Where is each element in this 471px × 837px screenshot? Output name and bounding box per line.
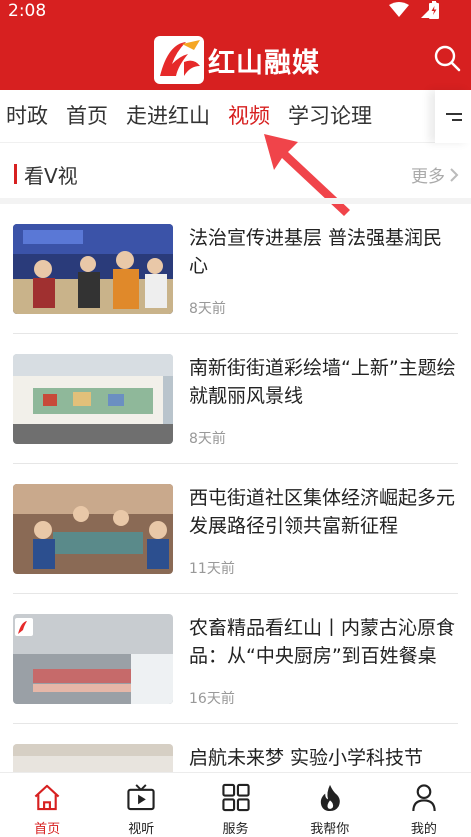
tab-video[interactable]: 视频 bbox=[219, 90, 279, 143]
tab-hongshan[interactable]: 走进红山 bbox=[117, 90, 219, 143]
status-bar: 2:08 bbox=[0, 0, 471, 24]
app-name: 红山融媒 bbox=[208, 47, 320, 79]
bottom-nav: 首页 视听 服务 我帮你 我的 bbox=[0, 772, 471, 837]
section-header: 看V视 更多 bbox=[0, 150, 471, 198]
news-item[interactable]: 西屯街道社区集体经济崛起多元发展路径引领共富新征程 11天前 bbox=[0, 464, 471, 594]
news-title: 西屯街道社区集体经济崛起多元发展路径引领共富新征程 bbox=[189, 487, 456, 537]
logo-mark-icon bbox=[154, 36, 204, 84]
news-title: 南新街街道彩绘墙“上新”主题绘就靓丽风景线 bbox=[189, 357, 456, 407]
channel-menu-button[interactable] bbox=[435, 90, 471, 143]
nav-label: 我帮你 bbox=[310, 822, 350, 837]
nav-label: 我的 bbox=[410, 822, 437, 837]
news-thumbnail bbox=[13, 614, 173, 704]
search-icon bbox=[434, 45, 461, 72]
tab-home[interactable]: 首页 bbox=[57, 90, 117, 143]
news-thumbnail bbox=[13, 224, 173, 314]
tab-shizheng[interactable]: 时政 bbox=[0, 90, 57, 143]
news-title: 法治宣传进基层 普法强基润民心 bbox=[189, 227, 443, 277]
app-screen: 2:08 红山融媒 时政 首页 走进红山 视频 学习论理 看V视 更多 法治宣传… bbox=[0, 0, 471, 837]
wifi-icon bbox=[389, 2, 409, 17]
news-thumbnail bbox=[13, 484, 173, 574]
news-time: 8天前 bbox=[189, 301, 226, 317]
user-icon bbox=[412, 784, 436, 812]
search-button[interactable] bbox=[433, 44, 461, 72]
app-logo: 红山融媒 bbox=[154, 36, 320, 84]
news-thumbnail bbox=[13, 354, 173, 444]
news-item[interactable]: 南新街街道彩绘墙“上新”主题绘就靓丽风景线 8天前 bbox=[0, 334, 471, 464]
nav-audio-video[interactable]: 视听 bbox=[94, 773, 188, 837]
chevron-right-icon bbox=[450, 167, 459, 182]
nav-label: 视听 bbox=[128, 822, 155, 837]
news-time: 8天前 bbox=[189, 431, 226, 447]
app-header: 2:08 红山融媒 bbox=[0, 0, 471, 90]
more-link[interactable]: 更多 bbox=[411, 162, 459, 187]
channel-tabs: 时政 首页 走进红山 视频 学习论理 bbox=[0, 90, 381, 143]
more-label: 更多 bbox=[411, 167, 445, 187]
nav-home[interactable]: 首页 bbox=[0, 773, 94, 837]
news-item[interactable]: 法治宣传进基层 普法强基润民心 8天前 bbox=[0, 204, 471, 334]
news-title: 农畜精品看红山丨内蒙古沁原食品：从“中央厨房”到百姓餐桌 bbox=[189, 617, 456, 667]
home-icon bbox=[34, 784, 60, 811]
news-time: 11天前 bbox=[189, 561, 235, 577]
nav-label: 首页 bbox=[34, 822, 61, 837]
channel-tabbar: 时政 首页 走进红山 视频 学习论理 bbox=[0, 90, 471, 143]
news-title: 启航未来梦 实验小学科技节 bbox=[189, 747, 424, 769]
grid-icon bbox=[221, 783, 250, 812]
nav-help[interactable]: 我帮你 bbox=[283, 773, 377, 837]
battery-icon bbox=[429, 1, 439, 19]
nav-label: 服务 bbox=[222, 822, 249, 837]
tv-icon bbox=[127, 784, 155, 811]
tab-study[interactable]: 学习论理 bbox=[279, 90, 381, 143]
menu-icon bbox=[446, 112, 462, 121]
section-title: 看V视 bbox=[24, 164, 78, 188]
nav-profile[interactable]: 我的 bbox=[377, 773, 471, 837]
status-time: 2:08 bbox=[8, 1, 47, 21]
section-accent-bar bbox=[14, 164, 17, 184]
flame-icon bbox=[320, 784, 340, 812]
video-news-list: 法治宣传进基层 普法强基润民心 8天前 南新街街道彩绘墙“上新”主题绘就靓丽风景… bbox=[0, 204, 471, 837]
news-item[interactable]: 农畜精品看红山丨内蒙古沁原食品：从“中央厨房”到百姓餐桌 16天前 bbox=[0, 594, 471, 724]
nav-services[interactable]: 服务 bbox=[188, 773, 282, 837]
news-time: 16天前 bbox=[189, 691, 235, 707]
